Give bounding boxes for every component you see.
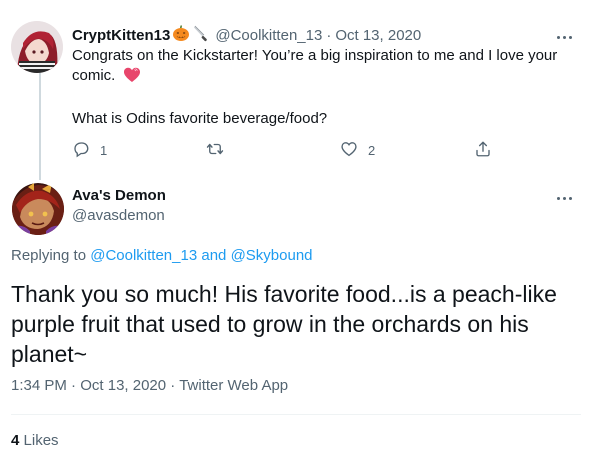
reply-header: CryptKitten13 @Coolkitten_13 · Oct 13, 2… (72, 25, 421, 45)
reply-text-line2: What is Odins favorite beverage/food? (72, 110, 328, 127)
like-button[interactable]: 2 (340, 140, 375, 161)
main-tweet: Ava's Demon @avasdemon Replying to @Cool… (0, 172, 592, 466)
action-bar: 1 2 (72, 140, 512, 160)
separator-dot: · (170, 377, 176, 394)
tweet-source[interactable]: Twitter Web App (179, 377, 288, 394)
reply-text: Congrats on the Kickstarter! You’re a bi… (72, 46, 572, 129)
separator-dot: · (326, 26, 332, 44)
display-name[interactable]: Ava's Demon (72, 186, 166, 206)
like-count: 2 (368, 143, 376, 158)
divider (11, 414, 581, 415)
mention-link[interactable]: @Coolkitten_13 (90, 247, 197, 264)
display-name[interactable]: CryptKitten13 (72, 27, 170, 44)
tweet-date[interactable]: Oct 13, 2020 (80, 377, 166, 394)
likes-count: 4 (11, 432, 20, 449)
share-button[interactable] (474, 140, 492, 161)
reply-text-line1: Congrats on the Kickstarter! You’re a bi… (72, 47, 558, 84)
avatar[interactable] (12, 183, 64, 235)
reply-count: 1 (100, 143, 108, 158)
more-options-icon[interactable] (555, 191, 575, 205)
jack-o-lantern-icon (172, 24, 190, 46)
thread-line (39, 68, 41, 180)
reply-button[interactable]: 1 (72, 140, 107, 161)
replying-and[interactable]: and (201, 247, 226, 264)
share-icon (474, 140, 492, 161)
reply-tweet[interactable]: CryptKitten13 @Coolkitten_13 · Oct 13, 2… (0, 0, 592, 180)
replying-to: Replying to @Coolkitten_13 and @Skybound (11, 246, 313, 266)
like-icon (340, 140, 358, 161)
tweet-meta: 1:34 PM · Oct 13, 2020 · Twitter Web App (11, 376, 288, 396)
heart-icon (123, 67, 141, 89)
retweet-button[interactable] (206, 140, 234, 161)
more-options-icon[interactable] (555, 30, 575, 44)
knife-icon (192, 24, 210, 46)
likes-label: Likes (23, 432, 59, 449)
avatar[interactable] (11, 21, 63, 73)
timestamp[interactable]: Oct 13, 2020 (335, 27, 421, 44)
tweet-text: Thank you so much! His favorite food...i… (11, 281, 557, 367)
handle[interactable]: @Coolkitten_13 (215, 27, 322, 44)
handle[interactable]: @avasdemon (72, 206, 165, 226)
likes-summary[interactable]: 4 Likes (11, 431, 59, 451)
mention-link[interactable]: @Skybound (231, 247, 313, 264)
retweet-icon (206, 140, 224, 161)
tweet-time[interactable]: 1:34 PM (11, 377, 67, 394)
replying-prefix: Replying to (11, 247, 87, 264)
reply-icon (72, 140, 90, 161)
separator-dot: · (71, 377, 77, 394)
